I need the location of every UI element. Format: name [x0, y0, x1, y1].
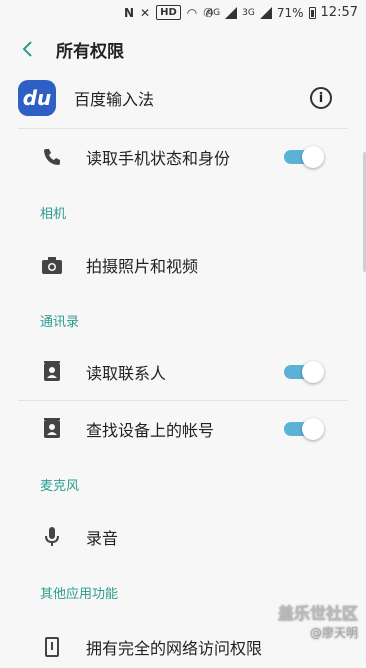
permission-camera-label: 拍摄照片和视频 [86, 257, 199, 276]
signal-icon [225, 6, 238, 19]
mute-icon: ✕ [140, 5, 151, 20]
status-bar: N ✕ HD ◠ ✆ 4G 3G 71% 12:57 [0, 0, 366, 26]
permission-phone-row[interactable]: 读取手机状态和身份 [0, 136, 366, 178]
back-button[interactable] [14, 36, 40, 62]
section-camera: 相机 [40, 207, 67, 222]
accounts-icon [40, 417, 64, 441]
permission-contacts-toggle[interactable] [284, 361, 324, 383]
app-row: du 百度输入法 i [0, 78, 366, 118]
wifi-icon: ◠ [186, 5, 198, 20]
permission-network-label: 拥有完全的网络访问权限 [86, 639, 263, 658]
camera-icon [40, 253, 64, 277]
permission-phone-toggle[interactable] [284, 146, 324, 168]
info-button[interactable]: i [310, 87, 332, 109]
divider [18, 128, 348, 129]
network-4g-label: 4G [207, 7, 221, 18]
battery-percent: 71% [276, 5, 304, 20]
battery-icon [308, 6, 316, 19]
network-3g-label: 3G [242, 7, 255, 18]
watermark-author: @廖天明 [309, 626, 358, 640]
app-logo: du [18, 80, 56, 116]
toggle-thumb [302, 361, 324, 383]
permission-accounts-row[interactable]: 查找设备上的帐号 [0, 408, 366, 450]
back-arrow-icon [22, 41, 32, 57]
permission-contacts-label: 读取联系人 [86, 364, 167, 383]
nfc-icon: N [124, 5, 135, 20]
watermark-title: 盖乐世社区 [277, 604, 358, 623]
page-title: 所有权限 [56, 41, 124, 62]
app-logo-text: du [22, 86, 52, 110]
permission-contacts-row[interactable]: 读取联系人 [0, 351, 366, 393]
permission-accounts-toggle[interactable] [284, 418, 324, 440]
microphone-icon [40, 525, 64, 549]
permission-camera-row[interactable]: 拍摄照片和视频 [0, 244, 366, 286]
section-mic: 麦克风 [40, 479, 80, 494]
clock: 12:57 [320, 5, 358, 20]
contacts-icon [40, 360, 64, 384]
app-name: 百度输入法 [74, 90, 155, 109]
hd-badge: HD [156, 5, 181, 20]
status-left: N ✕ HD ◠ ✆ [124, 5, 213, 20]
network-icon [40, 635, 64, 659]
signal-icon-2 [259, 6, 272, 19]
status-right: 4G 3G 71% 12:57 [207, 5, 358, 20]
permission-accounts-label: 查找设备上的帐号 [86, 421, 215, 440]
divider [18, 400, 348, 401]
permission-mic-row[interactable]: 录音 [0, 516, 366, 558]
app-header: 所有权限 [0, 26, 366, 72]
phone-icon [40, 145, 64, 169]
watermark: 盖乐世社区 @廖天明 [278, 600, 358, 641]
section-other: 其他应用功能 [40, 587, 119, 602]
section-contacts: 通讯录 [40, 315, 80, 330]
info-icon: i [318, 90, 324, 106]
toggle-thumb [302, 418, 324, 440]
permission-mic-label: 录音 [86, 529, 119, 548]
permission-phone-label: 读取手机状态和身份 [86, 149, 231, 168]
toggle-thumb [302, 146, 324, 168]
